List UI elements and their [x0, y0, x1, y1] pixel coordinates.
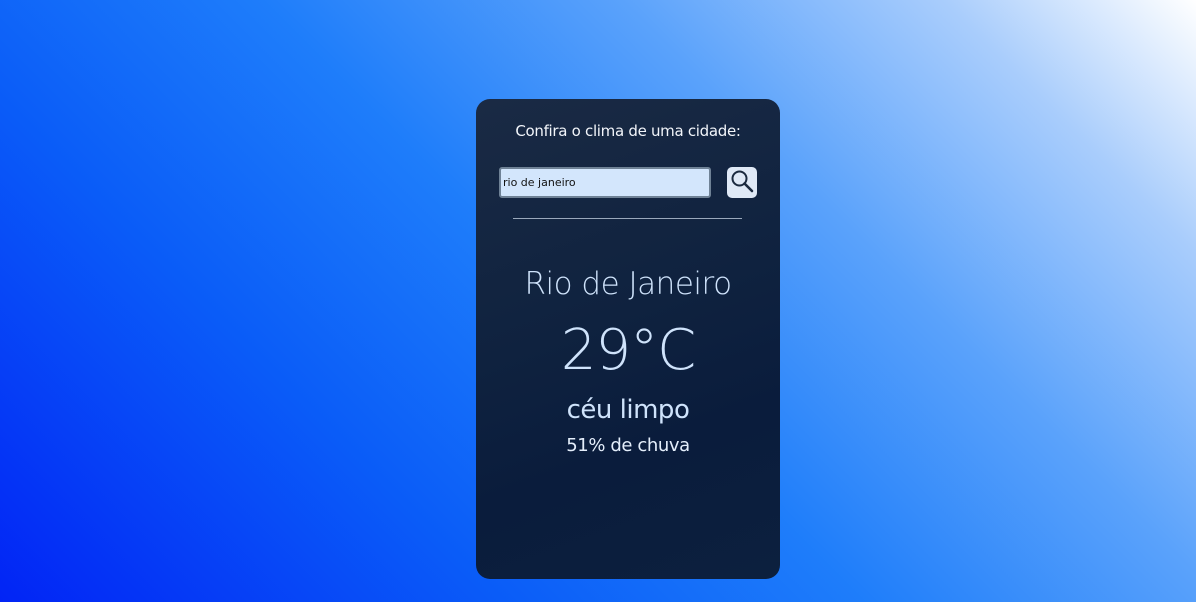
- temperature: 29°C: [560, 318, 696, 383]
- weather-description: céu limpo: [566, 395, 690, 425]
- city-name: Rio de Janeiro: [524, 266, 732, 302]
- weather-card: Confira o clima de uma cidade: Rio de Ja…: [476, 99, 780, 579]
- rain-chance: 51% de chuva: [566, 435, 690, 456]
- page-background: { "weather_widget": { "prompt": "Confira…: [0, 0, 1196, 602]
- city-search-input[interactable]: [499, 167, 711, 198]
- search-button[interactable]: [727, 167, 757, 198]
- divider: [513, 218, 742, 219]
- search-prompt: Confira o clima de uma cidade:: [515, 122, 741, 140]
- search-icon: [730, 169, 754, 196]
